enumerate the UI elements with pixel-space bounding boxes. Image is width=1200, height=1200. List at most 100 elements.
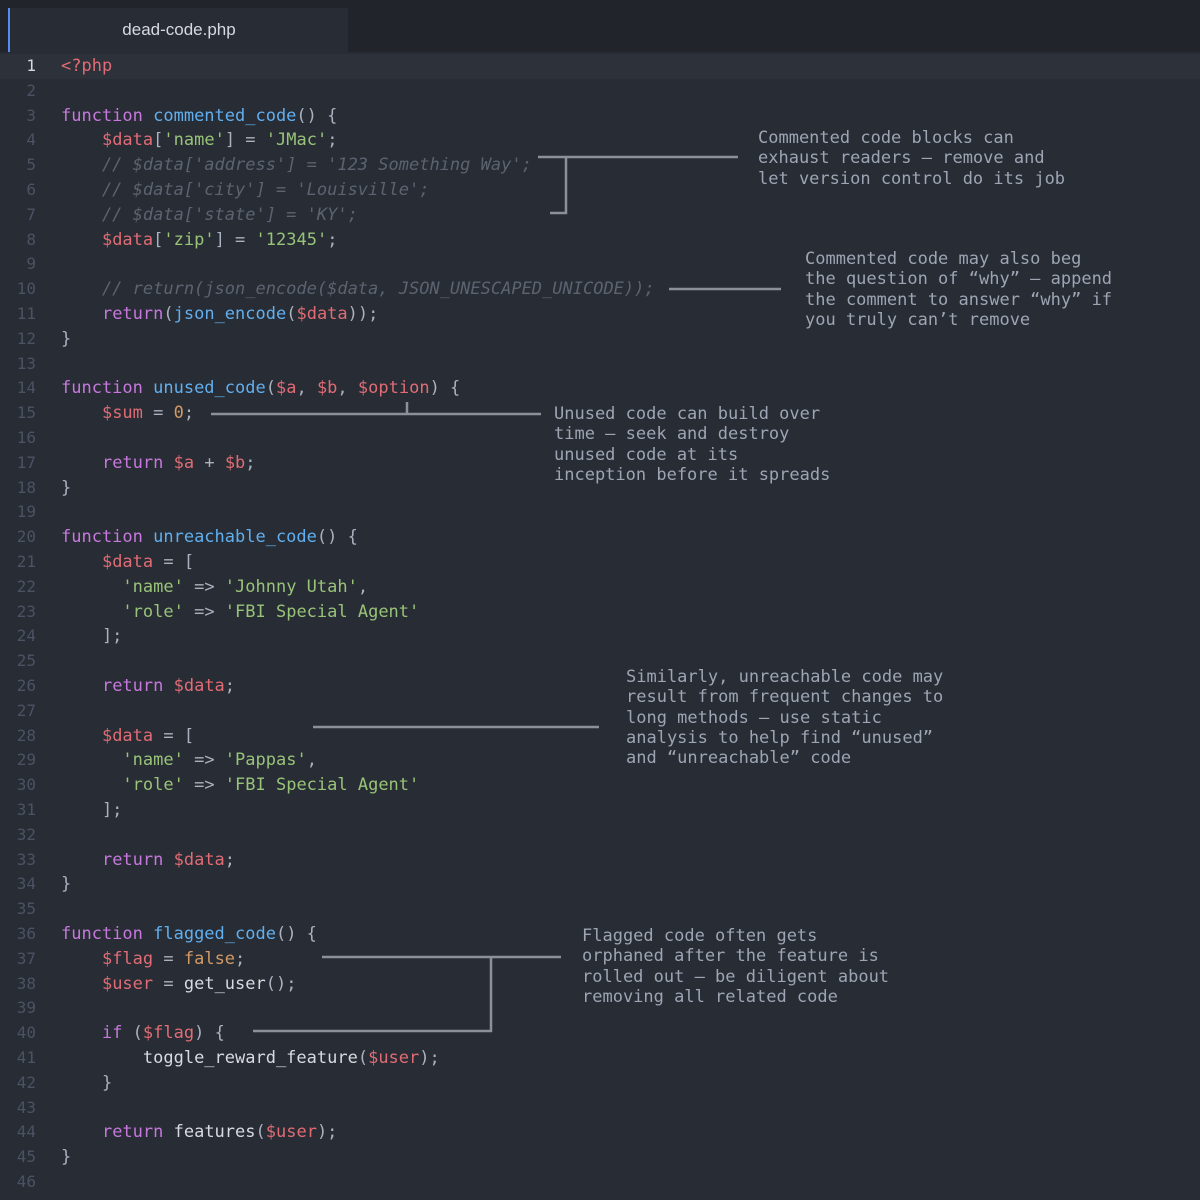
code-text: }: [61, 1071, 112, 1096]
code-line[interactable]: 1 <?php: [0, 54, 1200, 79]
code-line[interactable]: 2: [0, 79, 1200, 104]
code-line[interactable]: 22 'name' => 'Johnny Utah',: [0, 575, 1200, 600]
line-number: 30: [16, 775, 36, 795]
code-line[interactable]: 44 return features($user);: [0, 1120, 1200, 1145]
code-line[interactable]: 29 'name' => 'Pappas',: [0, 748, 1200, 773]
code-text: // return(json_encode($data, JSON_UNESCA…: [61, 277, 655, 302]
code-line[interactable]: 28 $data = [: [0, 724, 1200, 749]
code-token: = [: [153, 725, 195, 746]
code-token: ;: [245, 452, 256, 473]
code-line[interactable]: 24 ];: [0, 624, 1200, 649]
code-token: (: [357, 1048, 369, 1068]
line-number: 5: [26, 155, 36, 175]
annotation-flagged-code: Flagged code often gets orphaned after t…: [582, 926, 890, 1007]
code-token: <?php: [61, 56, 113, 76]
line-number: 13: [16, 353, 36, 373]
code-token: 0: [173, 403, 184, 424]
tab-dead-code-php[interactable]: dead-code.php: [8, 8, 348, 52]
code-token: $data: [101, 725, 154, 746]
code-token: if: [101, 1023, 133, 1044]
line-number: 2: [26, 80, 36, 100]
code-line[interactable]: 33 return $data;: [0, 848, 1200, 873]
code-editor[interactable]: 1 <?php 2 3 function commented_code() {4 $da…: [0, 53, 1200, 1200]
code-token: ) {: [194, 1023, 225, 1044]
code-token: // $data['address'] = '123 Something Way…: [61, 155, 532, 176]
code-line[interactable]: 46: [0, 1170, 1200, 1195]
code-token: $user: [101, 973, 154, 994]
code-line[interactable]: 7 // $data['state'] = 'KY';: [0, 203, 1200, 228]
code-token: $b: [224, 452, 246, 473]
code-token: return: [101, 849, 174, 870]
code-text: return $data;: [61, 674, 235, 699]
code-line[interactable]: 3 function commented_code() {: [0, 104, 1200, 129]
code-text: function commented_code() {: [61, 104, 337, 129]
code-token: (: [265, 378, 276, 399]
code-token: ));: [347, 304, 379, 324]
code-line[interactable]: 13: [0, 352, 1200, 377]
code-text: }: [61, 872, 71, 897]
code-token: ,: [337, 378, 358, 399]
code-token: );: [316, 1122, 338, 1143]
code-token: 'name': [122, 576, 184, 597]
code-token: );: [419, 1048, 440, 1068]
code-line[interactable]: 12}: [0, 327, 1200, 352]
code-text: // $data['address'] = '123 Something Way…: [61, 153, 532, 178]
code-token: ,: [306, 750, 317, 771]
code-token: ;: [183, 403, 195, 424]
annotation-unreachable-code: Similarly, unreachable code may result f…: [626, 667, 944, 769]
code-token: ();: [265, 973, 297, 994]
code-line[interactable]: 26 return $data;: [0, 674, 1200, 699]
line-number: 21: [16, 552, 36, 571]
line-number: 19: [16, 502, 36, 522]
code-token: ;: [235, 948, 246, 969]
code-token: }: [61, 1072, 113, 1093]
code-line[interactable]: 31 ];: [0, 798, 1200, 823]
code-line[interactable]: 19: [0, 500, 1200, 525]
code-line[interactable]: 30 'role' => 'FBI Special Agent': [0, 773, 1200, 798]
code-token: 'role': [122, 601, 184, 622]
code-text: toggle_reward_feature($user);: [61, 1046, 440, 1071]
code-line[interactable]: 45}: [0, 1145, 1200, 1170]
code-token: (: [255, 1122, 266, 1143]
code-line[interactable]: 32: [0, 823, 1200, 848]
code-token: }: [61, 1147, 72, 1168]
code-token: return: [101, 676, 174, 696]
code-line[interactable]: 43: [0, 1096, 1200, 1121]
code-line[interactable]: 21 $data = [: [0, 550, 1200, 575]
line-number: 33: [16, 849, 36, 869]
code-token: function: [61, 527, 154, 548]
code-token: $b: [316, 378, 338, 399]
code-line[interactable]: 34}: [0, 872, 1200, 897]
code-line[interactable]: 40 if ($flag) {: [0, 1021, 1200, 1046]
code-line[interactable]: 14 function unused_code($a, $b, $option) …: [0, 376, 1200, 401]
code-token: 'name': [122, 750, 184, 771]
code-token: get_user: [183, 973, 266, 994]
code-token: (: [286, 304, 297, 324]
code-line[interactable]: 35: [0, 897, 1200, 922]
code-line[interactable]: 20 function unreachable_code() {: [0, 525, 1200, 550]
code-line[interactable]: 25: [0, 649, 1200, 674]
code-line[interactable]: 27: [0, 699, 1200, 724]
code-text: function unreachable_code() {: [61, 525, 358, 550]
code-token: $data: [296, 304, 348, 324]
line-number: 14: [16, 378, 36, 398]
code-line[interactable]: 23 'role' => 'FBI Special Agent': [0, 600, 1200, 625]
code-token: // $data['city'] = 'Louisville';: [61, 180, 430, 200]
line-number: 1: [26, 56, 36, 75]
line-number: 16: [16, 428, 36, 447]
code-line[interactable]: 42 }: [0, 1071, 1200, 1096]
code-token: $user: [368, 1048, 420, 1068]
line-number: 35: [16, 899, 36, 919]
code-token: features: [173, 1122, 256, 1143]
code-line[interactable]: 41 toggle_reward_feature($user);: [0, 1046, 1200, 1071]
code-token: flagged_code: [153, 924, 276, 944]
code-text: }: [61, 327, 71, 352]
line-number: 3: [26, 105, 36, 125]
